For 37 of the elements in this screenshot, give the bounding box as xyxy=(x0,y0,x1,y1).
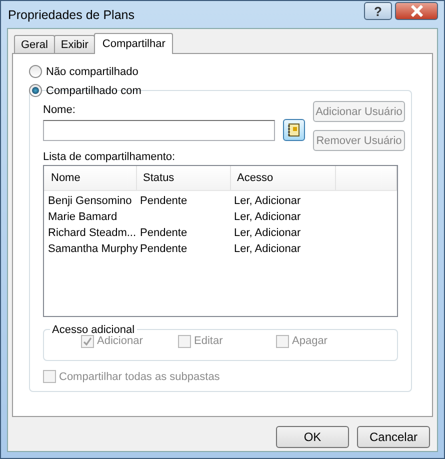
help-button[interactable]: ? xyxy=(364,2,392,20)
column-header[interactable]: Status xyxy=(137,166,231,190)
table-cell-text: Ler, Adicionar xyxy=(233,227,301,239)
checkbox-label: Apagar xyxy=(292,335,328,348)
radio-button[interactable] xyxy=(29,65,42,78)
radio-label: Compartilhado com xyxy=(46,84,142,96)
tab[interactable]: Compartilhar xyxy=(94,33,174,54)
close-button[interactable] xyxy=(395,2,438,20)
window-title: Propriedades de Plans xyxy=(7,8,134,22)
table-cell-text: Marie Bamard xyxy=(47,211,118,223)
checkbox-label: Compartilhar todas as subpastas xyxy=(59,370,220,382)
table-cell-text: Pendente xyxy=(139,195,188,207)
table-cell-text: Ler, Adicionar xyxy=(233,243,301,255)
table-cell-text: Benji Gensomino xyxy=(47,195,133,207)
radio-button[interactable] xyxy=(29,84,42,97)
dialog-button[interactable]: Cancelar xyxy=(357,426,430,448)
address-book-button[interactable] xyxy=(283,119,305,141)
table-cell-text: Pendente xyxy=(139,227,188,239)
group-title: Acesso adicional xyxy=(51,324,136,336)
table-cell-text: Ler, Adicionar xyxy=(233,211,301,223)
table-cell-text: Richard Steadm... xyxy=(47,227,136,239)
tab[interactable]: Geral xyxy=(14,35,55,53)
tab[interactable]: Exibir xyxy=(54,35,96,53)
table-cell-text: Pendente xyxy=(139,243,188,255)
name-field[interactable] xyxy=(43,120,275,140)
checkbox-label: Editar xyxy=(194,335,223,348)
field-label: Nome: xyxy=(43,104,76,116)
close-icon xyxy=(410,5,424,17)
radio-label: Não compartilhado xyxy=(46,66,138,78)
checkbox-label: Adicionar xyxy=(97,335,143,348)
table-cell-text: Ler, Adicionar xyxy=(233,195,301,207)
address-book-icon xyxy=(287,123,301,137)
list-label: Lista de compartilhamento: xyxy=(43,151,176,163)
dialog-button[interactable]: OK xyxy=(276,426,349,448)
column-header[interactable]: Nome xyxy=(44,166,137,190)
table-cell-text: Samantha Murphy xyxy=(47,243,136,255)
column-header[interactable]: Acesso xyxy=(231,166,336,190)
